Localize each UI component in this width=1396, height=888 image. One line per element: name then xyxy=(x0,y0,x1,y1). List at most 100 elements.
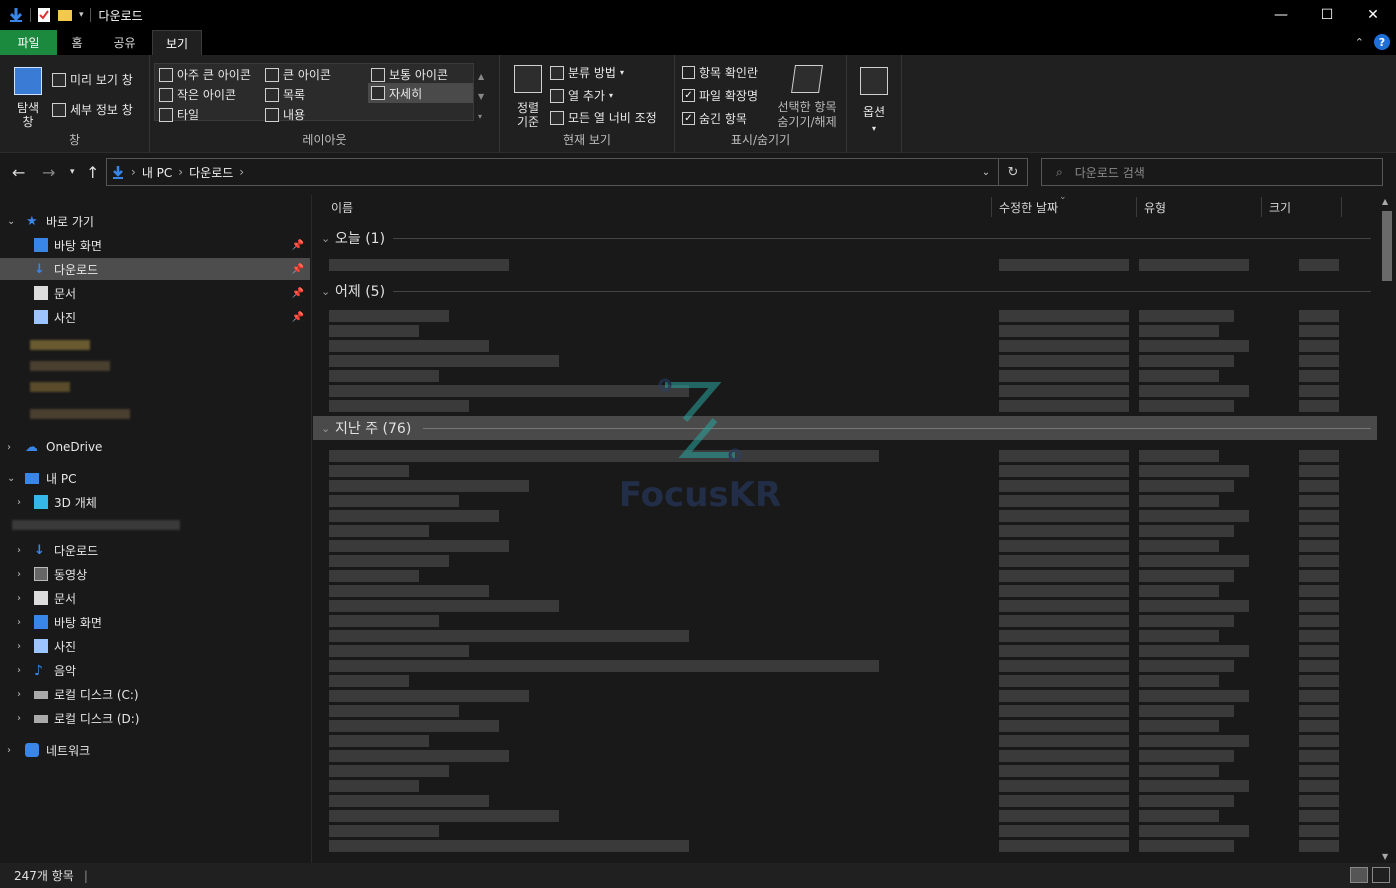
layout-small-icons[interactable]: 작은 아이콘 xyxy=(159,86,236,103)
sidebar-item-desktop[interactable]: 바탕 화면 📌 xyxy=(0,234,310,256)
sidebar-item-pictures[interactable]: 사진 📌 xyxy=(0,306,310,328)
sidebar-item-pc-pictures[interactable]: › 사진 xyxy=(0,635,310,657)
sidebar-item-pc-downloads[interactable]: › ↓ 다운로드 xyxy=(0,539,310,561)
breadcrumb-separator-icon[interactable]: › xyxy=(239,165,244,179)
small-icons-icon xyxy=(159,87,173,102)
large-icons-view-button[interactable] xyxy=(1372,867,1390,883)
expand-chevron-icon[interactable]: › xyxy=(17,617,27,628)
refresh-icon[interactable]: ↻ xyxy=(999,165,1027,180)
back-arrow-icon[interactable]: ← xyxy=(12,163,25,182)
forward-arrow-icon[interactable]: → xyxy=(42,163,55,182)
sidebar-item-downloads[interactable]: ↓ 다운로드 📌 xyxy=(0,258,310,280)
blurred-item[interactable] xyxy=(30,382,70,392)
preview-pane-button[interactable]: 미리 보기 창 xyxy=(52,71,133,88)
close-button[interactable]: ✕ xyxy=(1350,0,1396,30)
minimize-button[interactable]: — xyxy=(1258,0,1304,30)
large-icons-icon xyxy=(265,67,279,82)
up-arrow-icon[interactable]: ↑ xyxy=(86,163,99,182)
size-all-columns-button[interactable]: 모든 열 너비 조정 xyxy=(550,109,657,126)
layout-extra-large-icons[interactable]: 아주 큰 아이콘 xyxy=(159,66,251,83)
group-header-today[interactable]: ⌄ 오늘 (1) xyxy=(313,226,1377,250)
tab-view[interactable]: 보기 xyxy=(152,30,202,55)
item-checkboxes-toggle[interactable]: 항목 확인란 xyxy=(682,64,758,81)
address-dropdown-chevron-icon[interactable]: ⌄ xyxy=(974,167,998,178)
expand-chevron-icon[interactable]: › xyxy=(17,689,27,700)
layout-large-icons[interactable]: 큰 아이콘 xyxy=(265,66,331,83)
expand-chevron-icon[interactable]: › xyxy=(17,593,27,604)
sidebar-item-this-pc[interactable]: ⌄ 내 PC xyxy=(0,467,310,489)
sidebar-item-videos[interactable]: › 동영상 xyxy=(0,563,310,585)
expand-chevron-icon[interactable]: › xyxy=(7,442,17,453)
recent-locations-chevron-icon[interactable]: ▾ xyxy=(70,167,75,177)
layout-list[interactable]: 목록 xyxy=(265,86,305,103)
expand-chevron-icon[interactable]: › xyxy=(17,497,27,508)
sidebar-item-quick-access[interactable]: ⌄ ★ 바로 가기 xyxy=(0,210,310,232)
preview-pane-icon xyxy=(52,72,66,87)
tab-home[interactable]: 홈 xyxy=(57,30,97,55)
sort-by-button[interactable]: 정렬 기준 xyxy=(508,65,548,129)
breadcrumb-separator-icon[interactable]: › xyxy=(131,165,136,179)
hidden-items-toggle[interactable]: ✓ 숨긴 항목 xyxy=(682,110,747,127)
sidebar-item-music[interactable]: › ♪ 음악 xyxy=(0,659,310,681)
expand-chevron-icon[interactable]: › xyxy=(17,641,27,652)
sidebar-item-documents[interactable]: 문서 📌 xyxy=(0,282,310,304)
search-box[interactable]: ⌕ 다운로드 검색 xyxy=(1041,158,1383,186)
group-by-button[interactable]: 분류 방법 ▾ xyxy=(550,64,624,81)
navigation-pane-button[interactable]: 탐색 창 xyxy=(12,67,44,129)
sidebar-item-onedrive[interactable]: › ☁ OneDrive xyxy=(0,436,310,458)
vertical-scrollbar[interactable]: ▲ ▼ xyxy=(1378,195,1396,863)
breadcrumb-downloads[interactable]: 다운로드 xyxy=(189,164,233,181)
maximize-button[interactable]: ☐ xyxy=(1304,0,1350,30)
new-folder-icon[interactable] xyxy=(57,8,73,22)
collapse-chevron-icon[interactable]: ⌄ xyxy=(321,422,330,435)
sidebar-item-local-disk-d[interactable]: › 로컬 디스크 (D:) xyxy=(0,707,310,729)
tab-share[interactable]: 공유 xyxy=(97,30,152,55)
sidebar-item-pc-desktop[interactable]: › 바탕 화면 xyxy=(0,611,310,633)
sidebar-item-pc-documents[interactable]: › 문서 xyxy=(0,587,310,609)
layout-scroll-arrows[interactable]: ▲ ▼ ▾ xyxy=(478,67,484,127)
expand-chevron-icon[interactable]: ⌄ xyxy=(7,216,17,227)
add-columns-button[interactable]: 열 추가 ▾ xyxy=(550,87,613,104)
file-extensions-toggle[interactable]: ✓ 파일 확장명 xyxy=(682,87,758,104)
breadcrumb-separator-icon[interactable]: › xyxy=(178,165,183,179)
expand-chevron-icon[interactable]: › xyxy=(17,665,27,676)
expand-chevron-icon[interactable]: › xyxy=(17,545,27,556)
expand-chevron-icon[interactable]: › xyxy=(7,745,17,756)
blurred-item[interactable] xyxy=(30,340,90,350)
scrollbar-thumb[interactable] xyxy=(1382,211,1392,281)
layout-tiles[interactable]: 타일 xyxy=(159,106,199,123)
properties-icon[interactable] xyxy=(37,7,51,23)
sidebar-item-network[interactable]: › 네트워크 xyxy=(0,739,310,761)
sidebar-item-3d-objects[interactable]: › 3D 개체 xyxy=(0,491,310,513)
expand-chevron-icon[interactable]: ⌄ xyxy=(7,473,17,484)
column-header-date-modified[interactable]: 수정한 날짜 xyxy=(999,195,1058,219)
blurred-item[interactable] xyxy=(30,361,110,371)
scroll-up-arrow-icon[interactable]: ▲ xyxy=(1382,197,1388,206)
collapse-chevron-icon[interactable]: ⌄ xyxy=(321,285,330,298)
breadcrumb-this-pc[interactable]: 내 PC xyxy=(142,164,172,181)
expand-chevron-icon[interactable]: › xyxy=(17,713,27,724)
blurred-item[interactable] xyxy=(12,520,180,530)
column-header-name[interactable]: 이름 xyxy=(331,195,353,219)
collapse-ribbon-chevron-icon[interactable]: ⌃ xyxy=(1355,36,1364,49)
customize-toolbar-chevron-icon[interactable]: ▾ xyxy=(79,10,84,20)
collapse-chevron-icon[interactable]: ⌄ xyxy=(321,232,330,245)
column-header-type[interactable]: 유형 xyxy=(1144,195,1166,219)
tab-file[interactable]: 파일 xyxy=(0,30,57,55)
expand-chevron-icon[interactable]: › xyxy=(17,569,27,580)
group-header-yesterday[interactable]: ⌄ 어제 (5) xyxy=(313,279,1377,303)
details-pane-button[interactable]: 세부 정보 창 xyxy=(52,101,133,118)
blurred-item[interactable] xyxy=(30,409,130,419)
hide-selected-items-button[interactable]: 선택한 항목 숨기기/해제 xyxy=(775,65,839,130)
address-bar[interactable]: › 내 PC › 다운로드 › ⌄ ↻ xyxy=(106,158,1028,186)
column-header-size[interactable]: 크기 xyxy=(1269,195,1291,219)
help-icon[interactable]: ? xyxy=(1374,34,1390,50)
sidebar-item-local-disk-c[interactable]: › 로컬 디스크 (C:) xyxy=(0,683,310,705)
scroll-down-arrow-icon[interactable]: ▼ xyxy=(1382,852,1388,861)
layout-medium-icons[interactable]: 보통 아이콘 xyxy=(371,66,448,83)
details-view-button[interactable] xyxy=(1350,867,1368,883)
options-button[interactable]: 옵션 ▾ xyxy=(859,67,889,133)
layout-content[interactable]: 내용 xyxy=(265,106,305,123)
group-header-last-week[interactable]: ⌄ 지난 주 (76) xyxy=(313,416,1377,440)
layout-details[interactable]: 자세히 xyxy=(368,83,473,103)
